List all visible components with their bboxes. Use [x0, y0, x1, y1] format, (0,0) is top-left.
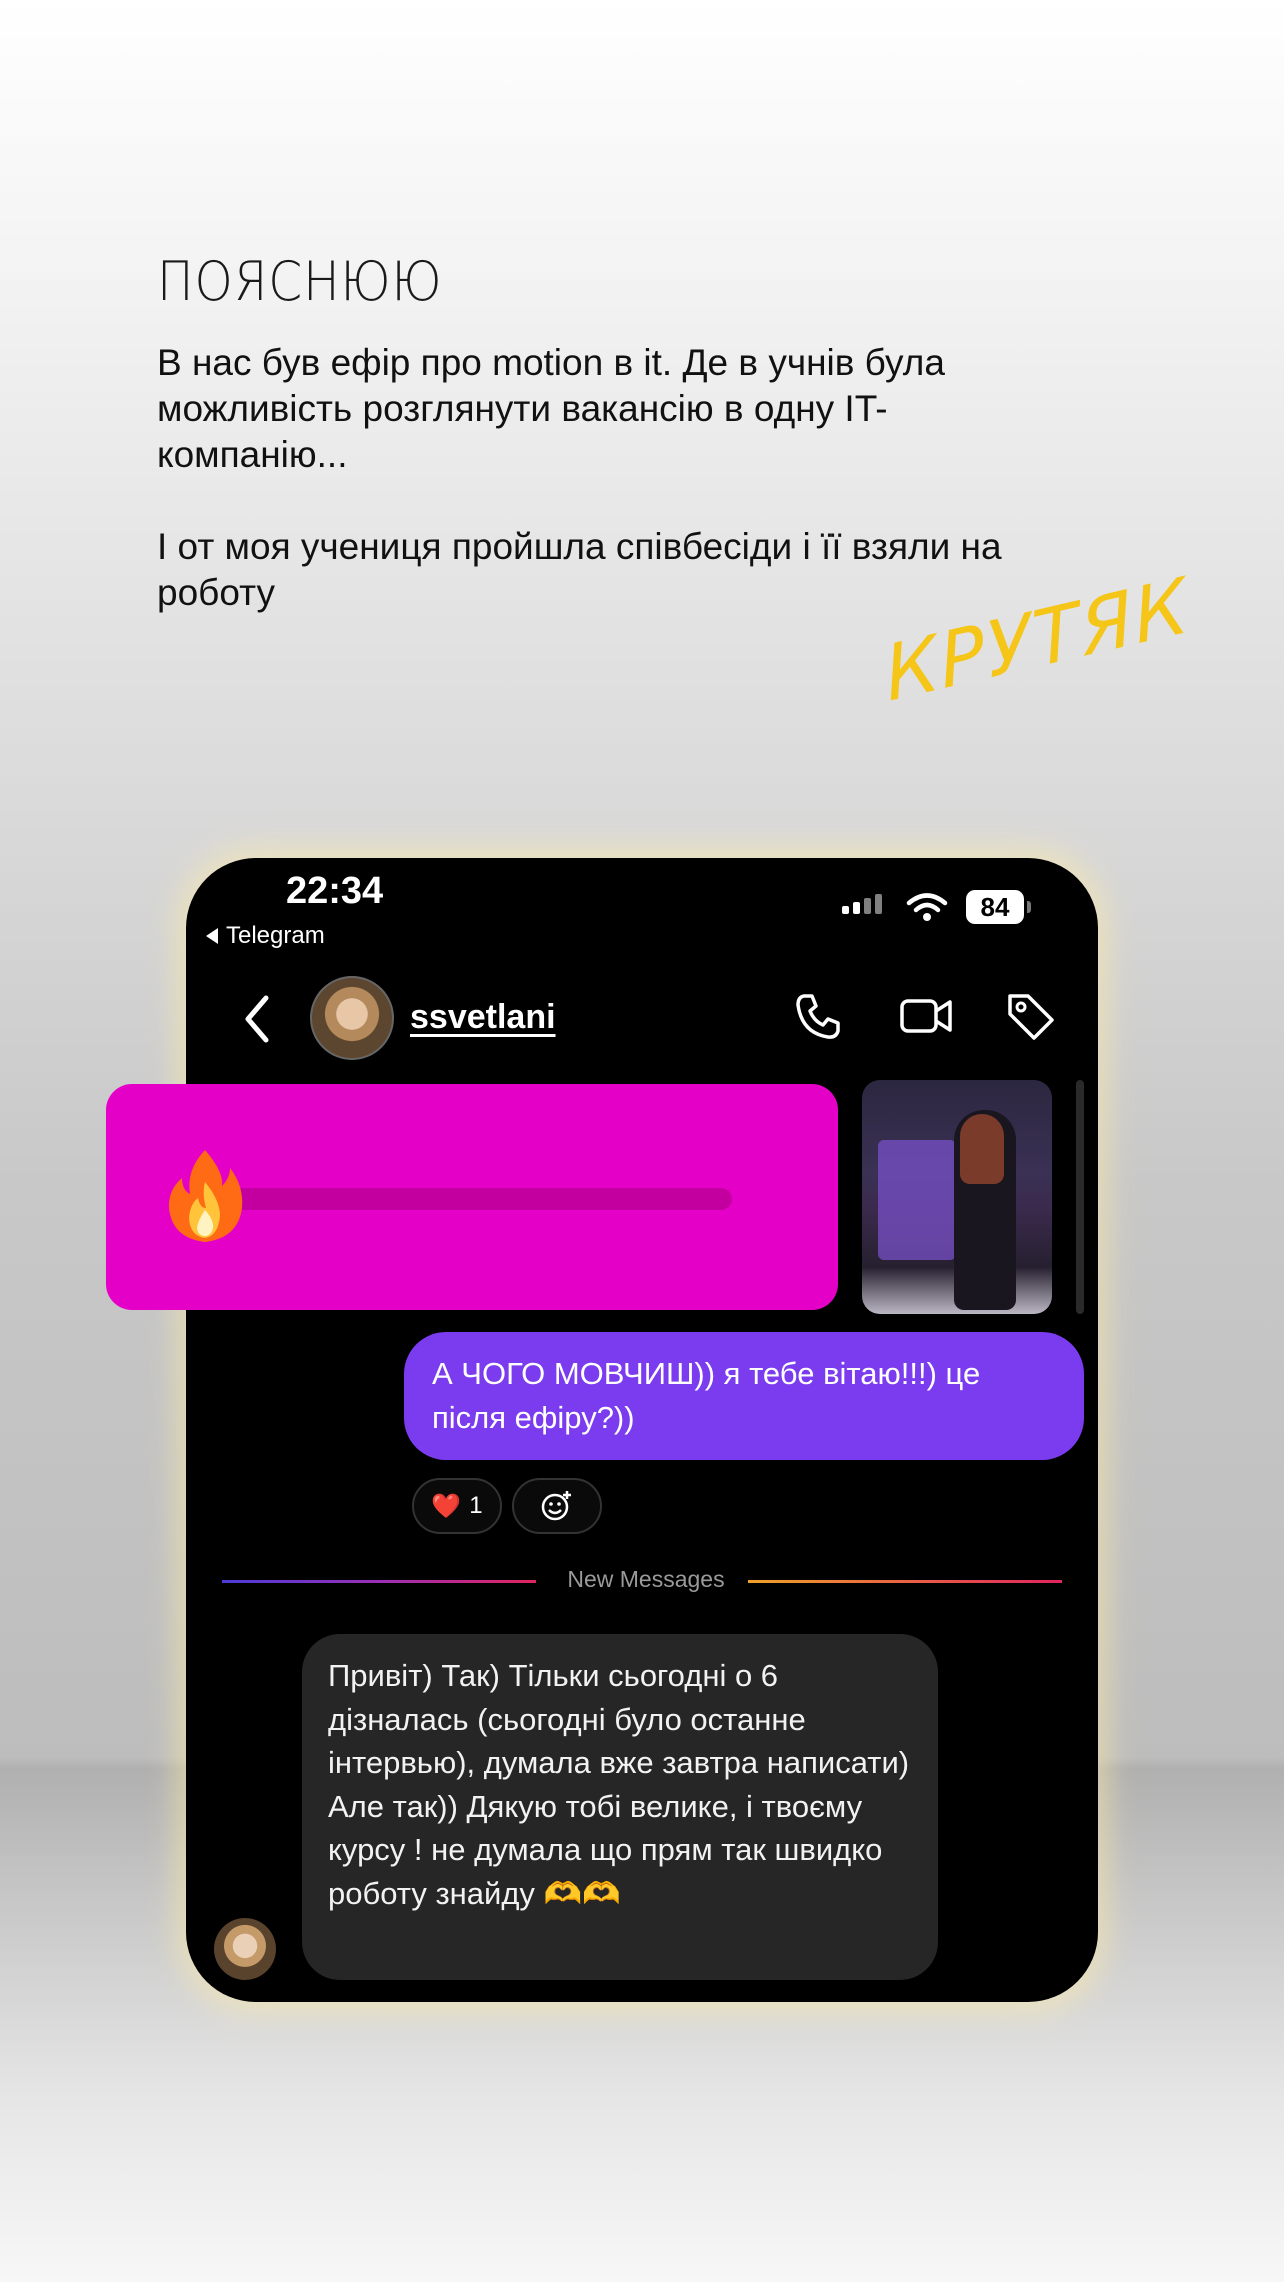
divider-right — [748, 1580, 1062, 1583]
phone-call-icon[interactable] — [790, 988, 846, 1044]
sender-avatar[interactable] — [214, 1918, 276, 1980]
wifi-icon — [906, 893, 948, 921]
status-time: 22:34 — [286, 870, 384, 912]
received-message[interactable]: Привіт) Так) Тільки сьогодні о 6 дізнала… — [302, 1634, 938, 1980]
back-app-label: Telegram — [226, 922, 325, 949]
scroll-indicator — [1076, 1080, 1084, 1314]
video-call-icon[interactable] — [898, 988, 954, 1044]
intro-paragraph-1: В нас був ефір про motion в it. Де в учн… — [157, 342, 945, 475]
shared-post-image[interactable] — [862, 1080, 1052, 1314]
emoji-slider-sticker[interactable]: 🔥 — [106, 1084, 838, 1310]
hair-shape — [960, 1114, 1004, 1184]
post-preview-overlay — [878, 1140, 956, 1260]
heart-icon: ❤️ — [431, 1492, 462, 1520]
add-reaction-icon — [541, 1491, 571, 1521]
intro-paragraph-2: І от моя учениця пройшла співбесіди і її… — [157, 526, 1002, 613]
signal-icon — [842, 894, 882, 914]
back-to-app-link[interactable]: Telegram — [206, 922, 325, 950]
back-triangle-icon — [206, 928, 218, 944]
intro-text: В нас був ефір про motion в it. Де в учн… — [157, 340, 1057, 662]
contact-username[interactable]: ssvetlani — [410, 998, 556, 1037]
new-messages-divider: New Messages — [567, 1566, 725, 1592]
reaction-count: 1 — [469, 1492, 483, 1519]
phone-screenshot: 22:34 Telegram 84 ssvetlani А ЧОГО МОВЧИ… — [186, 858, 1098, 2002]
sent-message[interactable]: А ЧОГО МОВЧИШ)) я тебе вітаю!!!) це післ… — [404, 1332, 1084, 1460]
contact-avatar[interactable] — [310, 976, 394, 1060]
chevron-left-icon[interactable] — [238, 994, 278, 1044]
battery-indicator: 84 — [966, 890, 1031, 924]
emoji-slider-track[interactable] — [232, 1188, 732, 1210]
divider-left — [222, 1580, 536, 1583]
add-reaction-button[interactable] — [512, 1478, 602, 1534]
heart-reaction-chip[interactable]: ❤️ 1 — [412, 1478, 502, 1534]
page-heading: ПОЯСНЮЮ — [157, 250, 443, 313]
fire-icon[interactable] — [164, 1146, 246, 1246]
tag-icon[interactable] — [1002, 988, 1058, 1044]
